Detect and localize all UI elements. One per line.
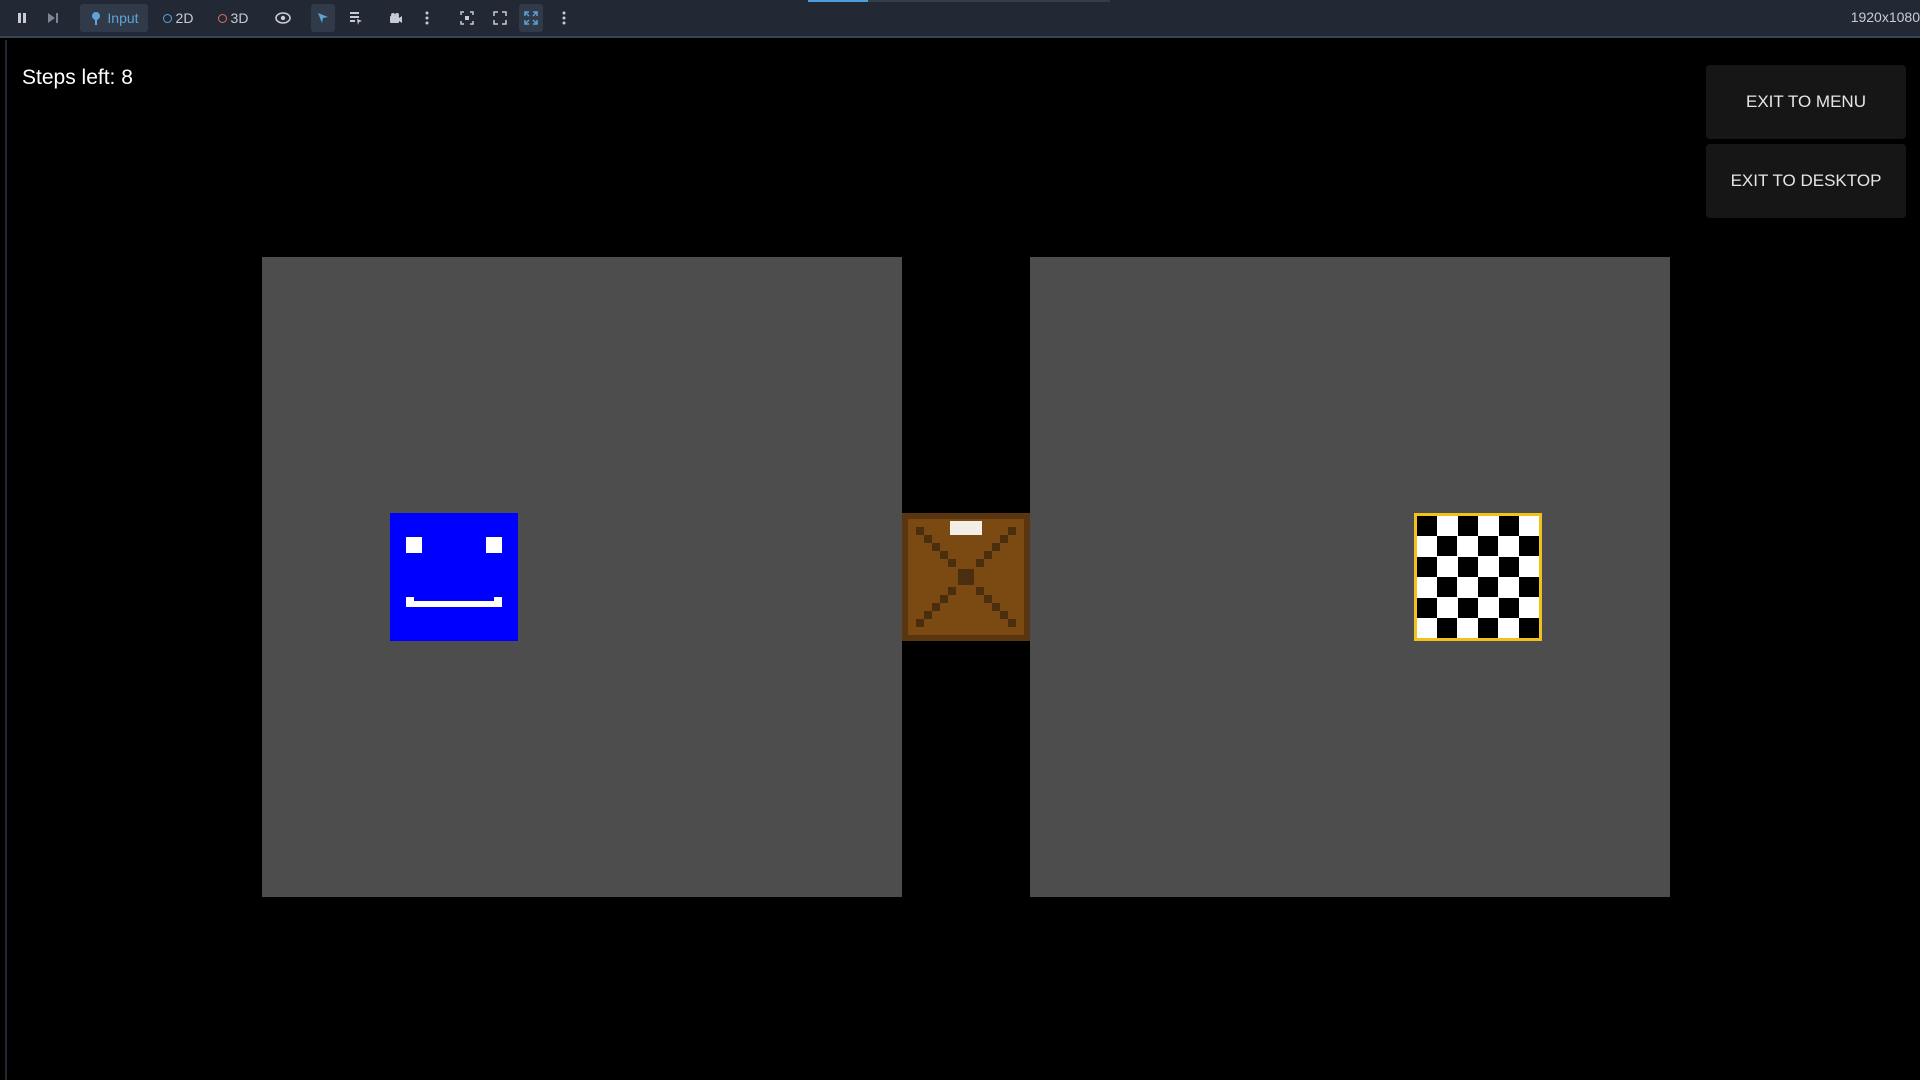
input-mode-button[interactable]: Input bbox=[80, 4, 148, 32]
camera-options-button[interactable] bbox=[418, 4, 436, 32]
checkered-flag-icon bbox=[1417, 516, 1539, 638]
2d-mode-icon bbox=[162, 13, 172, 23]
embed-view-button[interactable] bbox=[456, 4, 478, 32]
more-vertical-icon bbox=[562, 11, 566, 25]
tab-indicator bbox=[868, 0, 1110, 2]
pause-button[interactable] bbox=[12, 4, 32, 32]
pause-icon bbox=[18, 13, 26, 23]
fullscreen-button[interactable] bbox=[489, 4, 511, 32]
eye-icon bbox=[275, 12, 291, 24]
select-tool-button[interactable] bbox=[311, 4, 335, 32]
exit-to-desktop-button[interactable]: EXIT TO DESKTOP bbox=[1706, 144, 1906, 218]
3d-mode-icon bbox=[217, 13, 227, 23]
goal-flag-tile bbox=[1414, 513, 1542, 641]
focus-frame-icon bbox=[460, 11, 474, 25]
room-left bbox=[262, 257, 902, 897]
crate-icon bbox=[902, 513, 1030, 641]
tab-indicator-active bbox=[808, 0, 868, 2]
list-select-icon bbox=[350, 12, 362, 25]
room-right bbox=[1030, 257, 1670, 897]
wooden-crate bbox=[902, 513, 1030, 641]
mode-2d-button[interactable]: 2D bbox=[158, 4, 198, 32]
keep-aspect-button[interactable] bbox=[519, 4, 543, 32]
joystick-icon bbox=[92, 12, 101, 25]
mode-3d-button[interactable]: 3D bbox=[213, 4, 253, 32]
camera-icon bbox=[390, 13, 402, 23]
next-frame-icon bbox=[48, 13, 58, 23]
player-character bbox=[390, 513, 518, 641]
maximize-icon bbox=[524, 11, 538, 25]
resolution-readout: 1920x1080 bbox=[1850, 9, 1920, 25]
editor-toolbar: Input 2D 3D 1920x1080 bbox=[0, 0, 1920, 38]
mode-3d-label: 3D bbox=[230, 10, 249, 26]
steps-left-counter: Steps left: 8 bbox=[22, 66, 133, 89]
expand-icon bbox=[493, 11, 507, 25]
visibility-button[interactable] bbox=[272, 4, 294, 32]
view-options-button[interactable] bbox=[555, 4, 573, 32]
exit-to-menu-button[interactable]: EXIT TO MENU bbox=[1706, 65, 1906, 139]
smiley-face-icon bbox=[406, 537, 502, 607]
more-vertical-icon bbox=[425, 11, 429, 25]
next-frame-button[interactable] bbox=[43, 4, 63, 32]
list-select-button[interactable] bbox=[345, 4, 367, 32]
cursor-arrow-icon bbox=[318, 13, 328, 23]
mode-2d-label: 2D bbox=[175, 10, 194, 26]
input-mode-label: Input bbox=[107, 10, 139, 26]
camera-override-button[interactable] bbox=[385, 4, 407, 32]
